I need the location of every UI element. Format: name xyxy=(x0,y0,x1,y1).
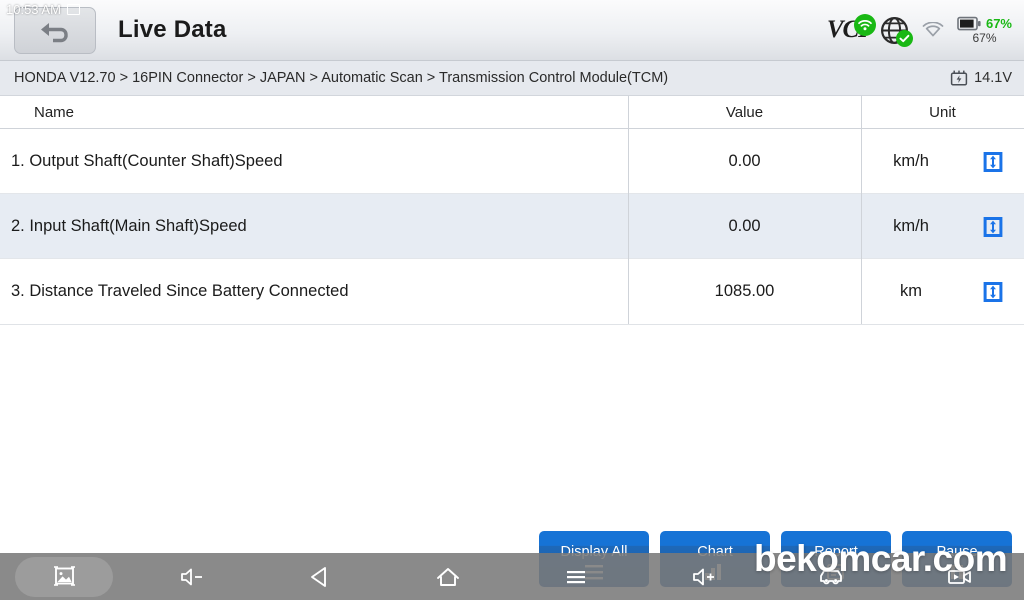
battery-percent-bottom: 67% xyxy=(972,30,997,45)
row-name: 1. Output Shaft(Counter Shaft)Speed xyxy=(11,152,283,170)
row-unit: km/h xyxy=(893,152,929,170)
range-limits-icon[interactable] xyxy=(961,259,1024,324)
battery-icon xyxy=(957,16,981,30)
wifi-icon xyxy=(922,22,944,37)
nav-record-button[interactable] xyxy=(896,553,1024,600)
column-divider xyxy=(861,96,862,129)
screenshot-icon xyxy=(53,566,75,586)
live-data-table: Name Value Unit 1. Output Shaft(Counter … xyxy=(0,96,1024,325)
check-badge-icon xyxy=(895,29,913,47)
network-indicator xyxy=(880,16,913,47)
column-divider xyxy=(628,96,629,129)
back-arrow-icon xyxy=(41,23,68,43)
home-icon xyxy=(437,567,459,586)
nav-car-button[interactable] xyxy=(768,553,896,600)
battery-indicator: 67% 67% xyxy=(957,16,1012,45)
video-record-icon xyxy=(948,569,971,584)
column-header-value: Value xyxy=(725,104,764,121)
battery-bolt-icon xyxy=(950,70,968,86)
nav-menu-button[interactable] xyxy=(512,553,640,600)
live-data-screen: Live Data VCI 67% 67% 10:53 AM HONDA V12… xyxy=(0,0,1024,600)
range-limits-icon[interactable] xyxy=(961,129,1024,194)
table-bottom-divider xyxy=(0,324,1024,325)
back-triangle-icon xyxy=(311,566,326,587)
nav-volume-up-button[interactable] xyxy=(640,553,768,600)
volume-up-icon xyxy=(693,568,714,585)
row-unit: km xyxy=(900,282,922,300)
vci-indicator: VCI xyxy=(827,14,876,44)
table-header-row: Name Value Unit xyxy=(0,96,1024,129)
battery-percent-top: 67% xyxy=(985,15,1012,31)
row-unit: km/h xyxy=(893,217,929,235)
nav-volume-down-button[interactable] xyxy=(128,553,256,600)
nav-back-button[interactable] xyxy=(256,553,384,600)
row-value: 0.00 xyxy=(728,152,761,170)
column-header-unit: Unit xyxy=(929,104,956,121)
column-header-name: Name xyxy=(34,104,75,121)
table-body: 1. Output Shaft(Counter Shaft)Speed 0.00… xyxy=(0,129,1024,325)
breadcrumb: HONDA V12.70 > 16PIN Connector > JAPAN >… xyxy=(14,70,669,86)
title-bar: Live Data VCI 67% 67% xyxy=(0,0,1024,61)
column-divider xyxy=(628,129,629,324)
table-row[interactable]: 1. Output Shaft(Counter Shaft)Speed 0.00… xyxy=(0,129,1024,194)
vci-wifi-icon xyxy=(853,14,876,36)
car-icon xyxy=(820,569,842,584)
table-row[interactable]: 2. Input Shaft(Main Shaft)Speed 0.00 km/… xyxy=(0,194,1024,259)
nav-screenshot-button[interactable] xyxy=(0,553,128,600)
android-nav-bar xyxy=(0,553,1024,600)
nav-home-button[interactable] xyxy=(384,553,512,600)
row-name: 2. Input Shaft(Main Shaft)Speed xyxy=(11,217,247,235)
status-icons: VCI 67% 67% xyxy=(827,0,1012,61)
row-name: 3. Distance Traveled Since Battery Conne… xyxy=(11,282,349,300)
voltage-value: 14.1V xyxy=(974,70,1012,86)
range-limits-icon[interactable] xyxy=(961,194,1024,259)
column-divider xyxy=(861,129,862,324)
back-button[interactable] xyxy=(14,6,96,54)
row-value: 0.00 xyxy=(728,217,761,235)
table-row[interactable]: 3. Distance Traveled Since Battery Conne… xyxy=(0,259,1024,324)
page-title: Live Data xyxy=(118,16,227,43)
breadcrumb-bar: HONDA V12.70 > 16PIN Connector > JAPAN >… xyxy=(0,61,1024,96)
menu-icon xyxy=(567,570,585,583)
row-value: 1085.00 xyxy=(714,282,775,300)
volume-down-icon xyxy=(181,568,202,585)
voltage-indicator: 14.1V xyxy=(950,69,1012,87)
